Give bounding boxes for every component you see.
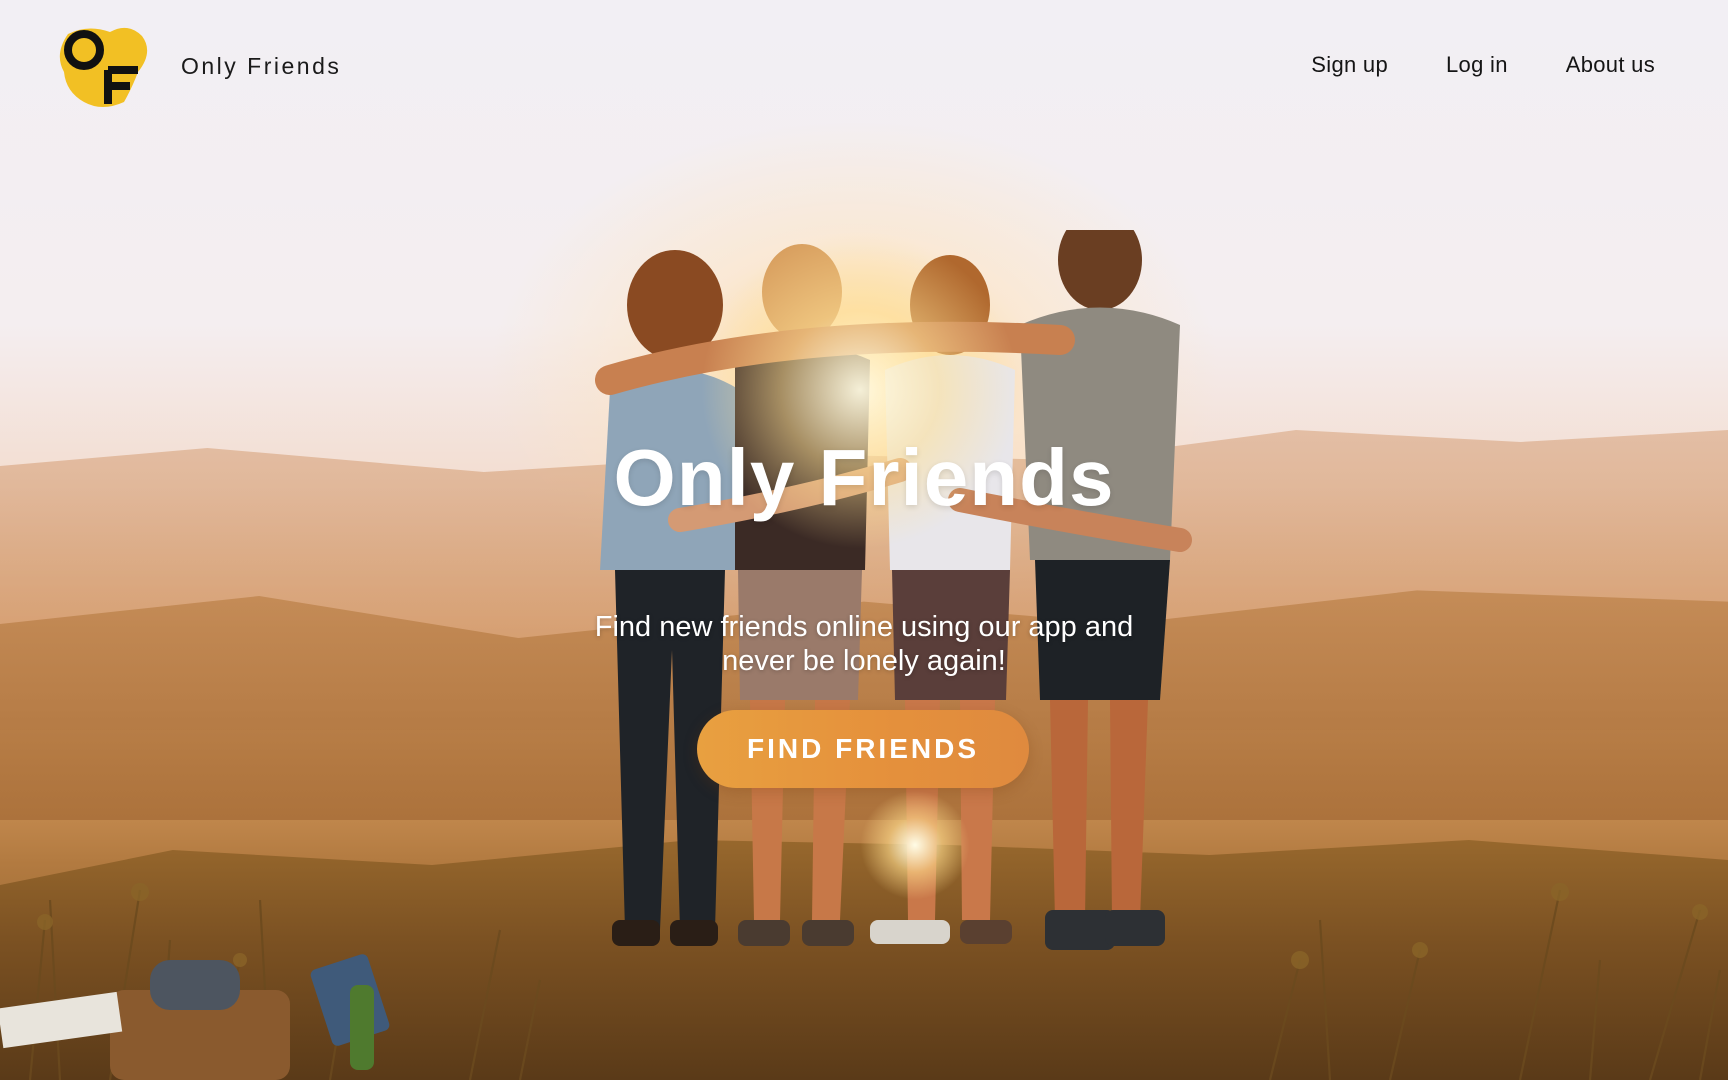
hero-subtitle: Find new friends online using our app an… (594, 611, 1134, 677)
nav-about-us[interactable]: About us (1566, 52, 1655, 78)
of-logo-icon (59, 27, 148, 107)
brand-name[interactable]: Only Friends (181, 53, 341, 80)
nav-log-in[interactable]: Log in (1446, 52, 1508, 78)
hero-background (0, 0, 1728, 1080)
brand-logo[interactable] (58, 26, 148, 108)
lens-flare (860, 790, 970, 900)
top-nav: Only Friends Sign up Log in About us (0, 0, 1728, 135)
find-friends-button[interactable]: FIND FRIENDS (697, 710, 1029, 788)
nav-links: Sign up Log in About us (1253, 52, 1655, 78)
nav-sign-up[interactable]: Sign up (1311, 52, 1388, 78)
hero-title: Only Friends (613, 433, 1115, 522)
